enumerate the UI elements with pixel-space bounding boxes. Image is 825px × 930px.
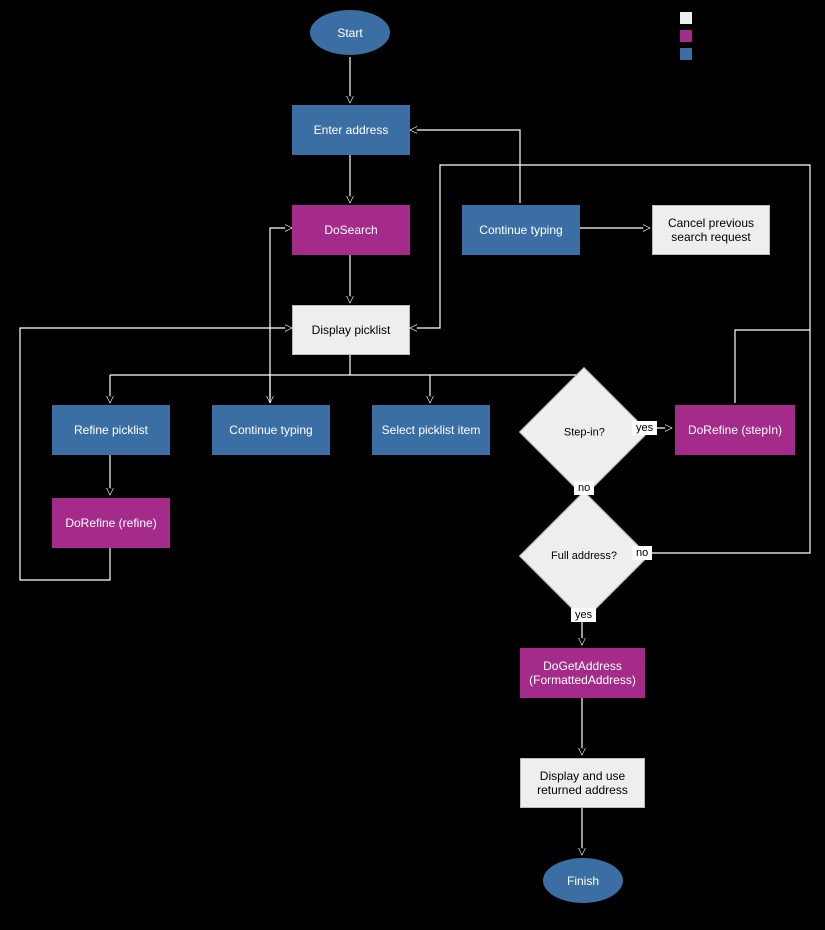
- do-refine-refine-label: DoRefine (refine): [65, 516, 156, 530]
- legend-swatch-blue: [680, 48, 692, 60]
- continue-typing-left-label: Continue typing: [229, 423, 312, 437]
- do-refine-stepin-label: DoRefine (stepIn): [688, 423, 782, 437]
- full-address-no-label: no: [632, 546, 652, 560]
- do-search-node: DoSearch: [292, 205, 410, 255]
- finish-node: Finish: [543, 858, 623, 903]
- continue-typing-top-label: Continue typing: [479, 223, 562, 237]
- start-node: Start: [310, 10, 390, 55]
- do-refine-refine-node: DoRefine (refine): [52, 498, 170, 548]
- enter-address-node: Enter address: [292, 105, 410, 155]
- step-in-no-label: no: [574, 481, 594, 495]
- refine-picklist-label: Refine picklist: [74, 423, 148, 437]
- legend-swatch-white: [680, 12, 692, 24]
- enter-address-label: Enter address: [314, 123, 389, 137]
- do-refine-stepin-node: DoRefine (stepIn): [675, 405, 795, 455]
- display-use-label: Display and use returned address: [525, 769, 640, 797]
- do-search-label: DoSearch: [324, 223, 377, 237]
- cancel-previous-node: Cancel previous search request: [652, 205, 770, 255]
- step-in-decision: Step-in?: [519, 367, 649, 497]
- select-picklist-item-node: Select picklist item: [372, 405, 490, 455]
- display-picklist-label: Display picklist: [312, 323, 391, 337]
- flow-arrows: [0, 0, 825, 930]
- full-address-decision: Full address?: [519, 491, 649, 621]
- finish-label: Finish: [567, 874, 599, 888]
- display-picklist-node: Display picklist: [292, 305, 410, 355]
- step-in-yes-label: yes: [632, 421, 657, 435]
- refine-picklist-node: Refine picklist: [52, 405, 170, 455]
- full-address-label: Full address?: [551, 550, 617, 562]
- display-use-node: Display and use returned address: [520, 758, 645, 808]
- full-address-yes-label: yes: [571, 608, 596, 622]
- do-get-address-node: DoGetAddress (FormattedAddress): [520, 648, 645, 698]
- continue-typing-top-node: Continue typing: [462, 205, 580, 255]
- step-in-label: Step-in?: [564, 426, 605, 438]
- start-label: Start: [337, 26, 362, 40]
- do-get-address-label: DoGetAddress (FormattedAddress): [524, 659, 641, 687]
- cancel-previous-label: Cancel previous search request: [657, 216, 765, 244]
- continue-typing-left-node: Continue typing: [212, 405, 330, 455]
- select-picklist-item-label: Select picklist item: [382, 423, 481, 437]
- legend-swatch-purple: [680, 30, 692, 42]
